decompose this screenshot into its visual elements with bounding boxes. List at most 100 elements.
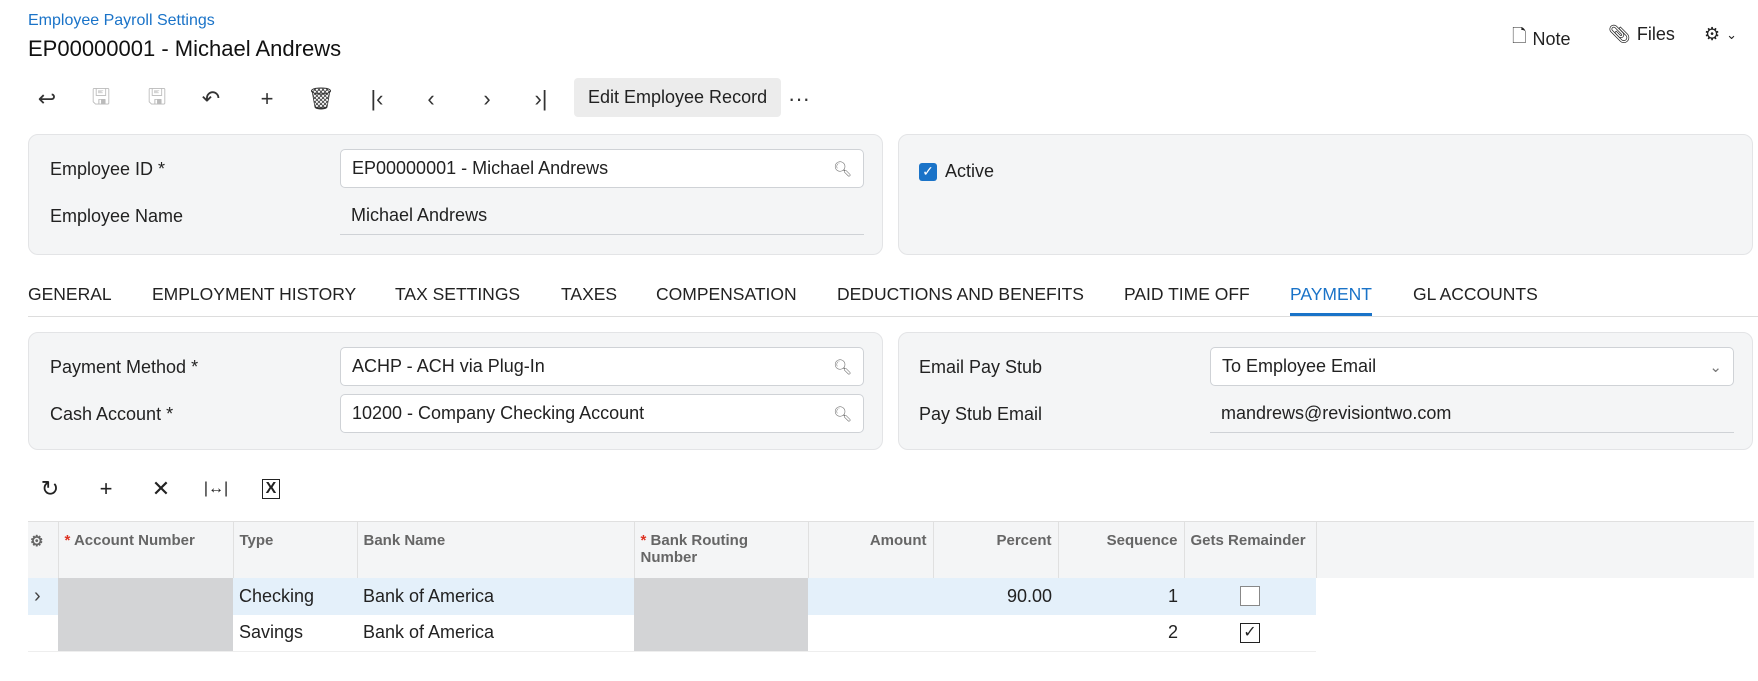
bank-name-cell[interactable]: Bank of America bbox=[357, 614, 634, 652]
search-icon[interactable]: 🔍︎ bbox=[833, 160, 852, 178]
edit-employee-record-button[interactable]: Edit Employee Record bbox=[574, 78, 782, 117]
active-label: Active bbox=[945, 161, 995, 181]
payment-method-label: Payment Method * bbox=[50, 357, 199, 377]
header-percent[interactable]: Percent bbox=[933, 521, 1059, 578]
bank-name-cell[interactable]: Bank of America bbox=[357, 577, 634, 615]
percent-cell[interactable] bbox=[933, 614, 1058, 652]
chevron-down-icon: ⌄ bbox=[1726, 26, 1738, 42]
header-bank-routing-number[interactable]: * Bank Routing Number bbox=[634, 521, 809, 578]
redacted-block bbox=[58, 614, 233, 651]
routing-number-cell[interactable] bbox=[634, 577, 808, 615]
files-label: Files bbox=[1636, 24, 1675, 44]
cash-account-value: 10200 - Company Checking Account bbox=[352, 403, 645, 423]
save-and-close-icon[interactable]: 🖫 bbox=[84, 84, 118, 114]
employee-id-value: EP00000001 - Michael Andrews bbox=[352, 158, 609, 178]
employee-summary-panel: Employee ID * EP00000001 - Michael Andre… bbox=[28, 134, 883, 255]
header-amount[interactable]: Amount bbox=[808, 521, 934, 578]
next-record-icon[interactable]: › bbox=[470, 84, 504, 114]
save-icon[interactable]: 🖫 bbox=[140, 84, 174, 114]
export-excel-icon[interactable]: X bbox=[256, 474, 286, 504]
account-number-cell[interactable] bbox=[58, 614, 233, 652]
column-settings-icon[interactable]: ⚙ bbox=[28, 521, 59, 578]
header-bank-name[interactable]: Bank Name bbox=[357, 521, 635, 578]
type-cell[interactable]: Checking bbox=[233, 577, 357, 615]
add-row-icon[interactable]: + bbox=[91, 474, 121, 504]
tab-bar: GENERAL EMPLOYMENT HISTORY TAX SETTINGS … bbox=[28, 280, 1758, 317]
tab-taxes[interactable]: TAXES bbox=[561, 284, 617, 313]
email-pay-stub-label: Email Pay Stub bbox=[919, 357, 1043, 377]
header-gets-remainder[interactable]: Gets Remainder bbox=[1184, 521, 1317, 578]
header-type[interactable]: Type bbox=[233, 521, 358, 578]
tab-payment[interactable]: PAYMENT bbox=[1290, 284, 1372, 316]
email-pay-stub-select[interactable]: To Employee Email ⌄ bbox=[1210, 347, 1734, 386]
gets-remainder-cell[interactable] bbox=[1184, 577, 1316, 615]
table-row[interactable]: Savings Bank of America 2 ✓ bbox=[28, 614, 1754, 652]
add-icon[interactable]: + bbox=[250, 84, 284, 114]
grid-header-row: ⚙ * Account Number Type Bank Name * Bank… bbox=[28, 521, 1754, 578]
header-filler bbox=[1316, 521, 1754, 578]
sequence-cell[interactable]: 2 bbox=[1058, 614, 1184, 652]
redacted-block bbox=[634, 614, 808, 651]
note-button[interactable]: 🗋 Note bbox=[1512, 24, 1571, 54]
gets-remainder-checkbox[interactable] bbox=[1240, 586, 1260, 606]
tab-tax-settings[interactable]: TAX SETTINGS bbox=[395, 284, 520, 313]
previous-record-icon[interactable]: ‹ bbox=[414, 84, 448, 114]
filler-cell bbox=[1316, 577, 1754, 615]
pay-stub-email-label: Pay Stub Email bbox=[919, 404, 1043, 424]
delete-row-icon[interactable]: ✕ bbox=[146, 474, 176, 504]
row-expand-icon[interactable]: › bbox=[28, 577, 58, 615]
note-label: Note bbox=[1532, 28, 1571, 49]
active-checkbox[interactable]: ✓ Active bbox=[919, 161, 994, 182]
cash-account-input[interactable]: 10200 - Company Checking Account 🔍︎ bbox=[340, 394, 864, 433]
gets-remainder-checkbox-checked[interactable]: ✓ bbox=[1240, 622, 1260, 643]
tab-employment-history[interactable]: EMPLOYMENT HISTORY bbox=[152, 284, 356, 313]
payment-method-value: ACHP - ACH via Plug-In bbox=[352, 356, 545, 376]
undo-icon[interactable]: ↶ bbox=[194, 84, 228, 114]
page-title: EP00000001 - Michael Andrews bbox=[28, 36, 342, 61]
row-indicator bbox=[28, 614, 58, 652]
more-actions-button[interactable]: ··· bbox=[782, 84, 816, 114]
pay-stub-email-field: mandrews@revisiontwo.com bbox=[1210, 394, 1734, 433]
refresh-icon[interactable]: ↻ bbox=[35, 474, 65, 504]
tab-paid-time-off[interactable]: PAID TIME OFF bbox=[1124, 284, 1250, 313]
tab-general[interactable]: GENERAL bbox=[28, 284, 112, 313]
checkbox-checked-icon: ✓ bbox=[919, 162, 937, 181]
search-icon[interactable]: 🔍︎ bbox=[833, 358, 852, 376]
bank-accounts-grid: ⚙ * Account Number Type Bank Name * Bank… bbox=[28, 521, 1754, 652]
gear-icon: ⚙ bbox=[1704, 24, 1721, 44]
breadcrumb[interactable]: Employee Payroll Settings bbox=[28, 12, 215, 30]
amount-cell[interactable] bbox=[808, 614, 933, 652]
gets-remainder-cell[interactable]: ✓ bbox=[1184, 614, 1316, 652]
pay-stub-panel: Email Pay Stub To Employee Email ⌄ Pay St… bbox=[898, 332, 1753, 450]
employee-name-label: Employee Name bbox=[50, 206, 184, 226]
tab-deductions-and-benefits[interactable]: DEDUCTIONS AND BENEFITS bbox=[837, 284, 1084, 313]
settings-menu-button[interactable]: ⚙ ⌄ bbox=[1704, 24, 1737, 45]
search-icon[interactable]: 🔍︎ bbox=[833, 405, 852, 423]
fit-columns-icon[interactable]: |↔| bbox=[201, 474, 231, 504]
percent-cell[interactable]: 90.00 bbox=[933, 577, 1058, 615]
header-sequence[interactable]: Sequence bbox=[1058, 521, 1185, 578]
tab-gl-accounts[interactable]: GL ACCOUNTS bbox=[1413, 284, 1538, 313]
tab-compensation[interactable]: COMPENSATION bbox=[656, 284, 797, 313]
table-row[interactable]: › Checking Bank of America 90.00 1 bbox=[28, 577, 1754, 615]
files-button[interactable]: 📎︎ Files bbox=[1608, 24, 1675, 45]
routing-number-cell[interactable] bbox=[634, 614, 808, 652]
cash-account-label: Cash Account * bbox=[50, 404, 174, 424]
payment-method-panel: Payment Method * ACHP - ACH via Plug-In 🔍… bbox=[28, 332, 883, 450]
note-icon: 🗋 bbox=[1512, 26, 1527, 46]
payment-method-input[interactable]: ACHP - ACH via Plug-In 🔍︎ bbox=[340, 347, 864, 386]
filler-cell bbox=[1316, 615, 1754, 652]
chevron-down-icon: ⌄ bbox=[1709, 358, 1722, 376]
header-account-number[interactable]: * Account Number bbox=[58, 521, 234, 578]
email-pay-stub-value: To Employee Email bbox=[1222, 356, 1377, 376]
employee-id-input[interactable]: EP00000001 - Michael Andrews 🔍︎ bbox=[340, 149, 864, 188]
account-number-cell[interactable] bbox=[58, 577, 233, 615]
delete-icon[interactable]: 🗑 bbox=[304, 84, 338, 114]
amount-cell[interactable] bbox=[808, 577, 933, 615]
first-record-icon[interactable]: |‹ bbox=[360, 84, 394, 114]
sequence-cell[interactable]: 1 bbox=[1058, 577, 1184, 615]
paperclip-icon: 📎︎ bbox=[1608, 24, 1631, 44]
last-record-icon[interactable]: ›| bbox=[524, 84, 558, 114]
type-cell[interactable]: Savings bbox=[233, 614, 357, 652]
back-icon[interactable]: ↩ bbox=[30, 84, 64, 114]
